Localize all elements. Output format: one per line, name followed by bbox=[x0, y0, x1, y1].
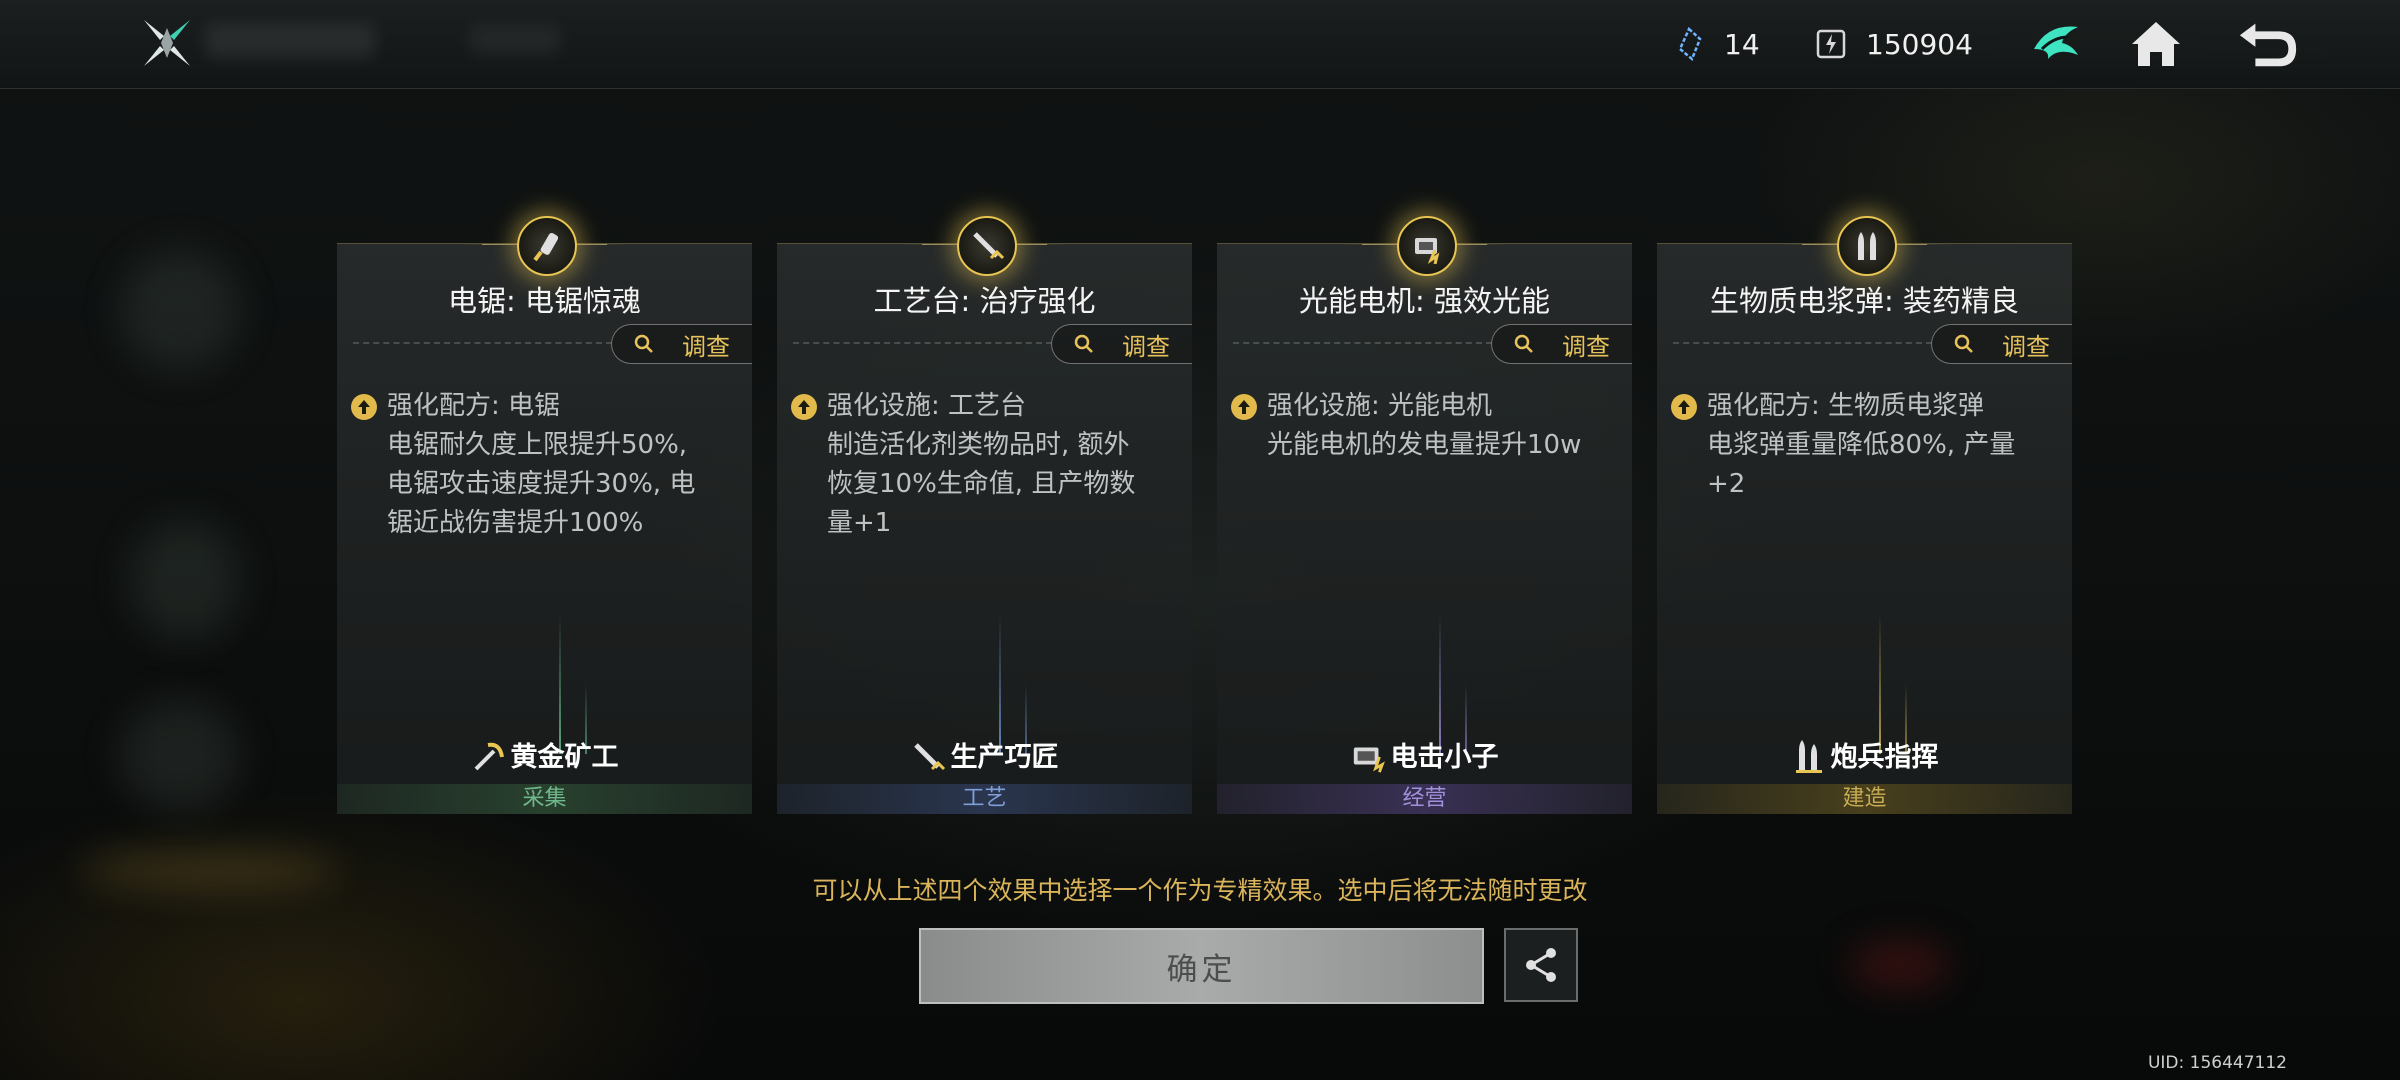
crystal-count: 14 bbox=[1724, 27, 1760, 61]
investigate-label: 调查 bbox=[2002, 332, 2050, 361]
perk-card-workbench[interactable]: 工艺台: 治疗强化 调查 强化设施: 工艺台 制造活化剂类物品时, 额外 恢复1… bbox=[777, 216, 1192, 814]
search-icon bbox=[634, 334, 653, 353]
effect-description: 强化配方: 生物质电浆弹 电浆弹重量降低80%, 产量 +2 bbox=[1707, 387, 2056, 504]
category-label: 工艺 bbox=[777, 784, 1192, 814]
search-icon bbox=[1954, 334, 1973, 353]
confirm-button[interactable]: 确定 bbox=[919, 928, 1484, 1004]
home-icon[interactable] bbox=[2124, 12, 2188, 76]
category-label: 建造 bbox=[1657, 784, 2072, 814]
pickaxe-icon bbox=[471, 738, 507, 774]
divider bbox=[353, 342, 612, 344]
investigate-button[interactable]: 调查 bbox=[1051, 324, 1192, 364]
wrench-icon bbox=[911, 738, 947, 774]
resource-crystal: 14 bbox=[1672, 22, 1760, 66]
investigate-label: 调查 bbox=[1122, 332, 1170, 361]
divider bbox=[1233, 342, 1492, 344]
back-arrow-icon[interactable] bbox=[2236, 12, 2300, 76]
upgrade-arrow-icon bbox=[351, 394, 377, 420]
job-name: 生产巧匠 bbox=[950, 742, 1059, 773]
battery-icon bbox=[1351, 738, 1387, 774]
card-title: 生物质电浆弹: 装药精良 bbox=[1710, 284, 2019, 318]
investigate-button[interactable]: 调查 bbox=[1931, 324, 2072, 364]
job-label: 电击小子 bbox=[1217, 735, 1632, 774]
category-label: 经营 bbox=[1217, 784, 1632, 814]
job-label: 炮兵指挥 bbox=[1657, 735, 2072, 774]
job-label: 生产巧匠 bbox=[777, 735, 1192, 774]
emblem-icon[interactable] bbox=[2024, 12, 2088, 76]
job-name: 黄金矿工 bbox=[510, 742, 619, 773]
effect-description: 强化设施: 光能电机 光能电机的发电量提升10w bbox=[1267, 387, 1616, 465]
job-name: 电击小子 bbox=[1390, 742, 1499, 773]
effect-body: 制造活化剂类物品时, 额外 恢复10%生命值, 且产物数 量+1 bbox=[827, 430, 1136, 538]
game-logo-icon bbox=[140, 16, 194, 70]
effect-title: 强化配方: 电锯 bbox=[387, 391, 561, 421]
upgrade-arrow-icon bbox=[1231, 394, 1257, 420]
investigate-button[interactable]: 调查 bbox=[611, 324, 752, 364]
effect-title: 强化设施: 光能电机 bbox=[1267, 391, 1493, 421]
perk-card-plasma-shell[interactable]: 生物质电浆弹: 装药精良 调查 强化配方: 生物质电浆弹 电浆弹重量降低80%,… bbox=[1657, 216, 2072, 814]
search-icon bbox=[1514, 334, 1533, 353]
motor-icon bbox=[1396, 216, 1457, 276]
job-name: 炮兵指挥 bbox=[1830, 742, 1939, 773]
investigate-label: 调查 bbox=[1562, 332, 1610, 361]
bullets-icon bbox=[1836, 216, 1897, 276]
workbench-icon bbox=[956, 216, 1017, 276]
effect-body: 电锯耐久度上限提升50%, 电锯攻击速度提升30%, 电 锯近战伤害提升100% bbox=[387, 430, 696, 538]
investigate-button[interactable]: 调查 bbox=[1491, 324, 1632, 364]
share-button[interactable] bbox=[1504, 928, 1578, 1002]
perk-card-motor[interactable]: 光能电机: 强效光能 调查 强化设施: 光能电机 光能电机的发电量提升10w 电… bbox=[1217, 216, 1632, 814]
divider bbox=[1673, 342, 1932, 344]
chainsaw-icon bbox=[516, 216, 577, 276]
selection-hint: 可以从上述四个效果中选择一个作为专精效果。选中后将无法随时更改 bbox=[812, 876, 1588, 905]
effect-description: 强化配方: 电锯 电锯耐久度上限提升50%, 电锯攻击速度提升30%, 电 锯近… bbox=[387, 387, 736, 543]
effect-body: 光能电机的发电量提升10w bbox=[1267, 430, 1582, 460]
perk-card-chainsaw[interactable]: 电锯: 电锯惊魂 调查 强化配方: 电锯 电锯耐久度上限提升50%, 电锯攻击速… bbox=[337, 216, 752, 814]
energy-card-icon bbox=[1814, 27, 1848, 61]
category-label: 采集 bbox=[337, 784, 752, 814]
crystal-icon bbox=[1672, 27, 1706, 61]
card-title: 工艺台: 治疗强化 bbox=[873, 284, 1096, 318]
card-title: 光能电机: 强效光能 bbox=[1299, 284, 1550, 318]
card-title: 电锯: 电锯惊魂 bbox=[448, 284, 641, 318]
divider bbox=[793, 342, 1052, 344]
resource-energy: 150904 bbox=[1814, 22, 1973, 66]
effect-title: 强化配方: 生物质电浆弹 bbox=[1707, 391, 1985, 421]
effect-body: 电浆弹重量降低80%, 产量 +2 bbox=[1707, 430, 2016, 499]
shells-icon bbox=[1791, 738, 1827, 774]
share-icon bbox=[1526, 948, 1556, 982]
upgrade-arrow-icon bbox=[791, 394, 817, 420]
top-bar: 14 150904 bbox=[0, 0, 2400, 89]
search-icon bbox=[1074, 334, 1093, 353]
effect-title: 强化设施: 工艺台 bbox=[827, 391, 1027, 421]
user-id: UID: 156447112 bbox=[2147, 1053, 2287, 1073]
upgrade-arrow-icon bbox=[1671, 394, 1697, 420]
job-label: 黄金矿工 bbox=[337, 735, 752, 774]
effect-description: 强化设施: 工艺台 制造活化剂类物品时, 额外 恢复10%生命值, 且产物数 量… bbox=[827, 387, 1176, 543]
investigate-label: 调查 bbox=[682, 332, 730, 361]
energy-count: 150904 bbox=[1866, 27, 1973, 61]
